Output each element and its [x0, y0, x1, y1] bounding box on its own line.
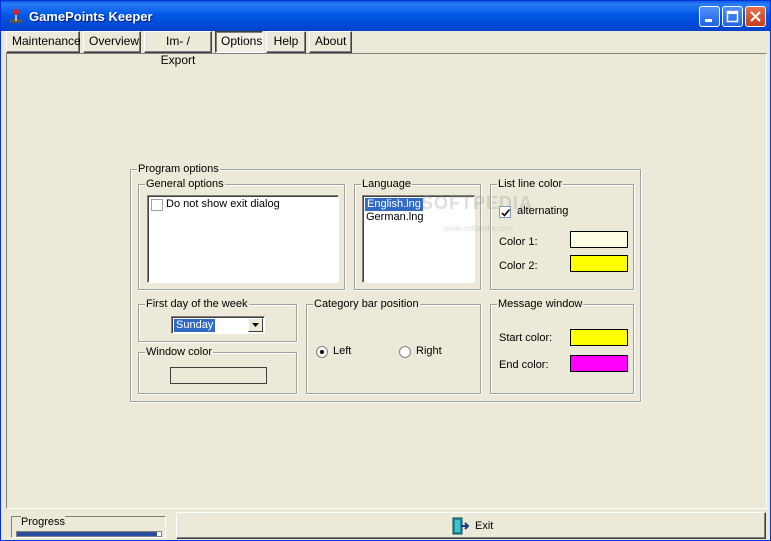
category-bar-group: Category bar position Left Right	[306, 298, 481, 394]
first-day-group: First day of the week Sunday	[138, 298, 297, 342]
progress-label: Progress	[21, 516, 66, 528]
color2-label: Color 2:	[499, 260, 538, 272]
checkmark-icon	[501, 208, 511, 217]
exit-door-icon	[450, 516, 470, 539]
menu-options[interactable]: Options	[215, 31, 263, 53]
window-title: GamePoints Keeper	[29, 9, 153, 24]
message-window-title: Message window	[497, 298, 584, 311]
radio-right[interactable]	[399, 346, 411, 358]
menu-help[interactable]: Help	[266, 31, 306, 53]
end-color-label: End color:	[499, 359, 549, 371]
window-color-swatch[interactable]	[170, 367, 267, 384]
progress-panel: Progress	[11, 516, 166, 538]
exit-button[interactable]: Exit	[176, 512, 766, 539]
first-day-title: First day of the week	[145, 298, 249, 311]
window-color-title: Window color	[145, 346, 214, 359]
window-color-group: Window color	[138, 346, 297, 394]
radio-right-label: Right	[416, 345, 442, 357]
alternating-checkbox[interactable]	[499, 206, 511, 218]
minimize-icon	[705, 19, 712, 22]
exit-label: Exit	[475, 520, 494, 532]
exit-dialog-label: Do not show exit dialog	[166, 198, 280, 210]
radio-left-label: Left	[333, 345, 352, 357]
end-color-swatch[interactable]	[570, 355, 628, 372]
category-bar-title: Category bar position	[313, 298, 420, 311]
color1-label: Color 1:	[499, 236, 538, 248]
dropdown-button[interactable]	[248, 318, 263, 332]
general-options-group: General options Do not show exit dialog	[138, 178, 345, 290]
close-button[interactable]	[745, 6, 766, 27]
minimize-button[interactable]	[699, 6, 720, 27]
list-line-color-group: List line color alternating Color 1: Col…	[490, 178, 634, 290]
menu-maintenance[interactable]: Maintenance	[6, 31, 81, 53]
general-options-list[interactable]: Do not show exit dialog	[147, 195, 339, 283]
maximize-button[interactable]	[722, 6, 743, 27]
alternating-label: alternating	[517, 205, 569, 217]
language-item[interactable]: English.lng	[365, 198, 423, 211]
language-item[interactable]: German.lng	[366, 211, 423, 224]
general-options-title: General options	[145, 178, 225, 191]
app-joystick-icon	[8, 8, 24, 24]
menu-import-export[interactable]: Im- / Export	[144, 31, 212, 67]
first-day-select[interactable]: Sunday	[171, 316, 265, 334]
progress-fill	[17, 532, 157, 536]
language-title: Language	[361, 178, 412, 191]
start-color-label: Start color:	[499, 332, 553, 344]
exit-dialog-checkbox[interactable]	[151, 199, 163, 211]
close-icon	[750, 11, 761, 22]
list-line-color-title: List line color	[497, 178, 564, 191]
color2-swatch[interactable]	[570, 255, 628, 272]
start-color-swatch[interactable]	[570, 329, 628, 346]
dropdown-arrow-icon	[252, 323, 259, 327]
title-bar[interactable]: GamePoints Keeper	[1, 1, 770, 31]
main-window: GamePoints Keeper Maintenance Overview I…	[0, 0, 771, 541]
menu-about[interactable]: About	[309, 31, 352, 53]
program-options-title: Program options	[137, 163, 220, 176]
progress-bar	[16, 531, 162, 537]
color1-swatch[interactable]	[570, 231, 628, 248]
radio-left[interactable]	[316, 346, 328, 358]
first-day-value: Sunday	[174, 319, 216, 332]
message-window-group: Message window Start color: End color:	[490, 298, 634, 394]
status-bar: Progress Exit	[1, 510, 770, 541]
menu-overview[interactable]: Overview	[83, 31, 141, 53]
maximize-icon	[726, 10, 739, 23]
